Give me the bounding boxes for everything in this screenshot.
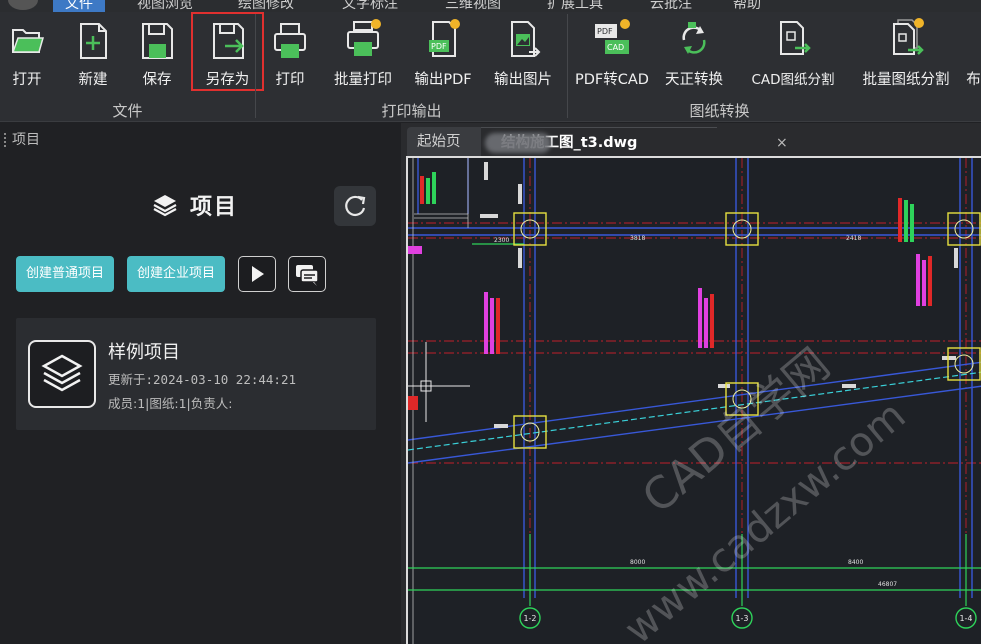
dim-8400: 8400 — [848, 559, 863, 566]
batch-print-label: 批量打印 — [334, 72, 392, 88]
cad-split-button[interactable]: CAD图纸分割 — [745, 18, 841, 94]
open-button[interactable]: 打开 — [4, 18, 50, 94]
play-icon — [252, 266, 264, 282]
new-button[interactable]: 新建 — [70, 18, 116, 94]
tianzheng-convert-label: 天正转换 — [665, 72, 723, 88]
menu-text-dimension[interactable]: 文字标注 — [342, 0, 398, 12]
chat-bubble-icon — [296, 265, 319, 286]
refresh-icon — [345, 195, 366, 217]
export-image-button[interactable]: 输出图片 — [489, 18, 557, 94]
menu-help[interactable]: 帮助 — [733, 0, 761, 12]
printer-icon — [270, 18, 310, 62]
export-pdf-label: 输出PDF — [414, 72, 472, 88]
dim-3818: 3818 — [630, 235, 645, 242]
save-as-label: 另存为 — [205, 72, 250, 88]
panel-title: 项目 — [190, 195, 239, 220]
redacted-filename — [485, 133, 551, 153]
partial-icon — [966, 18, 981, 62]
new-label: 新建 — [78, 72, 108, 88]
grid-label-1-4: 1-4 — [959, 614, 972, 623]
play-button[interactable] — [238, 256, 276, 292]
close-tab-icon[interactable]: × — [776, 128, 788, 158]
save-button[interactable]: 保存 — [134, 18, 180, 94]
floppy-disk-icon — [137, 18, 177, 62]
menu-3d-view[interactable]: 三维视图 — [445, 0, 501, 12]
menu-file[interactable]: 文件 — [53, 0, 105, 12]
batch-split-label: 批量图纸分割 — [862, 72, 950, 88]
refresh-button[interactable] — [334, 186, 376, 226]
grid-label-1-2: 1-2 — [523, 614, 536, 623]
pdf-to-cad-button[interactable]: PDF CAD PDF转CAD — [575, 18, 649, 94]
menu-extension-tools[interactable]: 扩展工具 — [547, 0, 603, 12]
save-label: 保存 — [142, 72, 172, 88]
batch-printer-icon — [343, 18, 383, 62]
save-as-icon — [208, 18, 248, 62]
drawing-canvas[interactable]: 8000 8400 46807 2300 3818 2418 1-2 1-3 1… — [406, 156, 981, 644]
document-area: 起始页 结构施工图_t3.dwg × 8000 8400 46807 2300 … — [401, 123, 981, 644]
layers-icon — [152, 193, 178, 217]
project-meta: 成员:1|图纸:1|负责人: — [108, 396, 233, 411]
cad-icon-text: CAD — [607, 43, 624, 52]
export-pdf-button[interactable]: PDF 输出PDF — [413, 18, 473, 94]
batch-split-button[interactable]: 批量图纸分割 — [856, 18, 956, 94]
pdf-icon-text: PDF — [431, 42, 447, 51]
tab-start-page[interactable]: 起始页 — [407, 127, 487, 157]
batch-split-icon — [886, 18, 926, 62]
menu-draw-modify[interactable]: 绘图修改 — [238, 0, 294, 12]
export-image-icon — [503, 18, 543, 62]
print-button[interactable]: 打印 — [268, 18, 312, 94]
menu-bar: 文件 视图浏览 绘图修改 文字标注 三维视图 扩展工具 云批注 帮助 — [0, 0, 981, 12]
project-layers-icon — [28, 340, 96, 408]
grid-label-1-3: 1-3 — [735, 614, 748, 623]
export-image-label: 输出图片 — [494, 72, 552, 88]
dim-2300: 2300 — [494, 237, 509, 244]
document-tab-bar: 起始页 结构施工图_t3.dwg × — [401, 127, 981, 157]
panel-header: 项目 — [12, 132, 40, 148]
cad-split-icon — [773, 18, 813, 62]
export-pdf-icon: PDF — [423, 18, 463, 62]
pdf-to-cad-label: PDF转CAD — [575, 72, 649, 88]
create-normal-project-button[interactable]: 创建普通项目 — [16, 256, 114, 292]
create-enterprise-project-button[interactable]: 创建企业项目 — [127, 256, 225, 292]
project-panel: 项目 项目 创建普通项目 创建企业项目 样例项目 更新于:2024-03-10 … — [0, 123, 396, 644]
group-label-drawing-convert: 图纸转换 — [689, 102, 750, 120]
menu-view[interactable]: 视图浏览 — [137, 0, 193, 12]
project-card[interactable]: 样例项目 更新于:2024-03-10 22:44:21 成员:1|图纸:1|负… — [16, 318, 376, 430]
cad-split-label: CAD图纸分割 — [751, 72, 835, 88]
dim-46807: 46807 — [878, 581, 897, 588]
save-as-button[interactable]: 另存为 — [191, 12, 264, 91]
chat-button[interactable] — [288, 256, 326, 292]
pdf-icon-text: PDF — [597, 27, 613, 36]
layout-button-partial[interactable]: 布 — [966, 18, 981, 94]
dim-2418: 2418 — [846, 235, 861, 242]
group-label-file: 文件 — [112, 102, 143, 120]
dim-8000: 8000 — [630, 559, 645, 566]
convert-arrows-icon — [674, 18, 714, 62]
project-updated-time: 更新于:2024-03-10 22:44:21 — [108, 372, 297, 387]
group-label-print-output: 打印输出 — [381, 102, 442, 120]
new-file-icon — [73, 18, 113, 62]
tianzheng-convert-button[interactable]: 天正转换 — [658, 18, 730, 94]
app-logo-icon[interactable] — [8, 0, 38, 10]
folder-open-icon — [7, 18, 47, 62]
pdf-to-cad-icon: PDF CAD — [591, 18, 631, 62]
project-name: 样例项目 — [108, 342, 180, 363]
batch-print-button[interactable]: 批量打印 — [328, 18, 398, 94]
cad-app-window: 文件 视图浏览 绘图修改 文字标注 三维视图 扩展工具 云批注 帮助 打开 新建… — [0, 0, 981, 644]
open-label: 打开 — [12, 72, 42, 88]
ribbon-toolbar: 打开 新建 保存 另存为 打印 批量打印 PDF 输出PDF 输出图片 PDF … — [0, 12, 981, 122]
more-label: 布 — [966, 72, 981, 88]
menu-cloud-annotation[interactable]: 云批注 — [650, 0, 692, 12]
print-label: 打印 — [275, 72, 305, 88]
